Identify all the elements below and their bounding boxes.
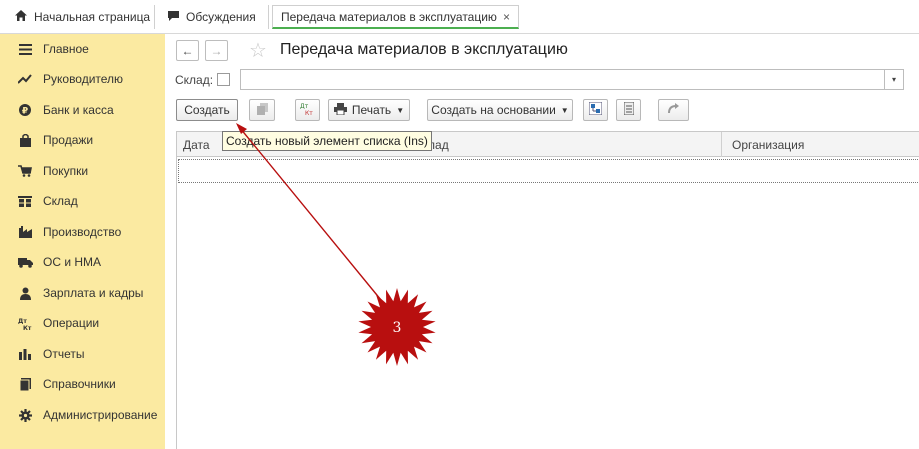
annotation-arrow-line xyxy=(239,127,382,301)
annotation-overlay: 3 xyxy=(236,123,436,366)
annotation-arrowhead xyxy=(236,123,247,134)
annotation-number: 3 xyxy=(393,320,402,336)
